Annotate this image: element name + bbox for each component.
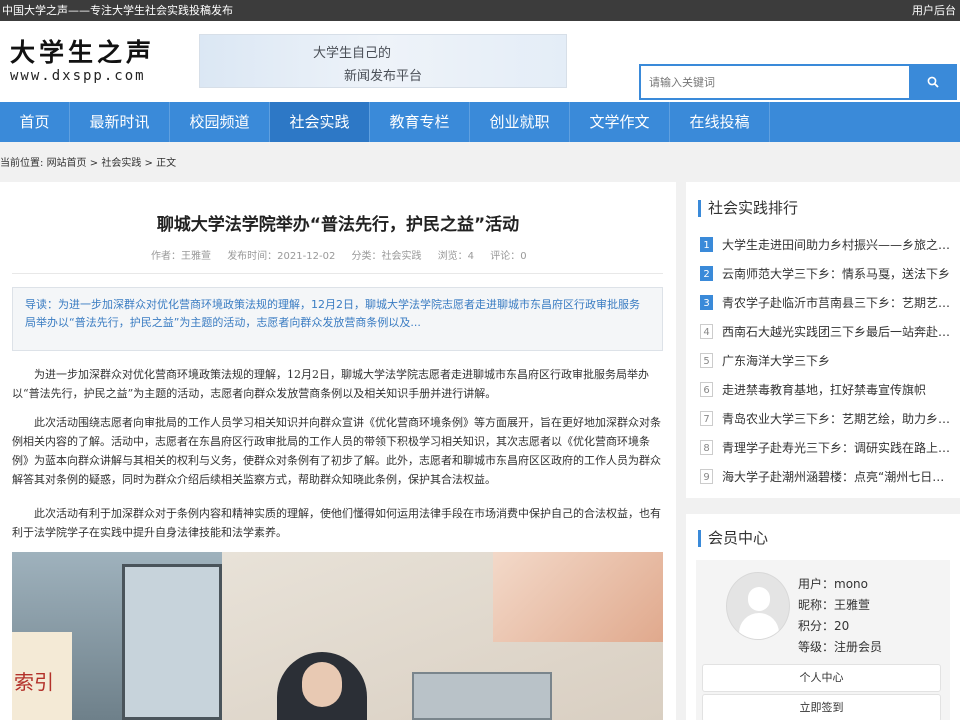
rank-link[interactable]: 青岛农业大学三下乡：艺期艺绘，助力乡村... bbox=[722, 410, 952, 427]
rank-number: 1 bbox=[700, 237, 713, 252]
rank-number: 9 bbox=[700, 469, 713, 484]
breadcrumb-separator: > bbox=[89, 158, 99, 169]
breadcrumb-section[interactable]: 社会实践 bbox=[101, 158, 141, 169]
photo-person-face bbox=[302, 662, 342, 707]
photo-service-machine bbox=[412, 672, 552, 720]
article-photo: 索引 bbox=[12, 552, 663, 720]
ranking-item[interactable]: 6 走进禁毒教育基地，扛好禁毒宣传旗帜 bbox=[700, 375, 958, 404]
ranking-item[interactable]: 9 海大学子赴潮州涵碧楼：点亮“潮州七日红”... bbox=[700, 462, 958, 491]
photo-sign-text: 索引 bbox=[14, 670, 54, 694]
search-box bbox=[639, 64, 957, 100]
search-input[interactable] bbox=[639, 64, 909, 100]
banner-line-2: 新闻发布平台 bbox=[344, 69, 423, 84]
divider bbox=[12, 273, 663, 274]
avatar-head-icon bbox=[748, 587, 770, 611]
site-logo[interactable]: 大学生之声 www.dxspp.com bbox=[10, 39, 160, 85]
main-nav: 首页 最新时讯 校园频道 社会实践 教育专栏 创业就职 文学作文 在线投稿 bbox=[0, 102, 960, 142]
article-paragraph-3: 此次活动有利于加深群众对于条例内容和精神实质的理解，使他们懂得如何运用法律手段在… bbox=[12, 507, 661, 539]
rank-link[interactable]: 走进禁毒教育基地，扛好禁毒宣传旗帜 bbox=[722, 381, 952, 398]
rank-link[interactable]: 大学生走进田间助力乡村振兴——乡旅之潮... bbox=[722, 236, 952, 253]
nav-item-education[interactable]: 教育专栏 bbox=[370, 102, 470, 142]
rank-link[interactable]: 青理学子赴寿光三下乡：调研实践在路上，... bbox=[722, 439, 952, 456]
avatar[interactable] bbox=[726, 572, 790, 640]
article-date: 发布时间：2021-12-02 bbox=[227, 251, 336, 262]
banner-line-1: 大学生自己的 bbox=[313, 46, 392, 61]
article-panel: 聊城大学法学院举办“普法先行，护民之益”活动 作者：王雅萱 发布时间：2021-… bbox=[0, 182, 676, 720]
nav-item-submit[interactable]: 在线投稿 bbox=[670, 102, 770, 142]
site-description: 中国大学之声——专注大学生社会实践投稿发布 bbox=[2, 4, 233, 17]
rank-number: 7 bbox=[700, 411, 713, 426]
nav-item-campus[interactable]: 校园频道 bbox=[170, 102, 270, 142]
member-nickname: 昵称：王雅萱 bbox=[798, 598, 871, 612]
photo-red-logo-area bbox=[493, 552, 663, 642]
breadcrumb-current: 正文 bbox=[156, 158, 177, 169]
article-summary: 导读：为进一步加深群众对优化营商环境政策法规的理解，12月2日，聊城大学法学院志… bbox=[12, 287, 663, 351]
search-icon bbox=[927, 76, 939, 88]
rank-link[interactable]: 云南师范大学三下乡：情系马戛，送法下乡 bbox=[722, 265, 952, 282]
header-banner: 大学生自己的 新闻发布平台 bbox=[199, 34, 567, 88]
avatar-body-icon bbox=[739, 613, 779, 639]
top-bar: 中国大学之声——专注大学生社会实践投稿发布 用户后台 bbox=[0, 0, 960, 21]
nav-item-career[interactable]: 创业就职 bbox=[470, 102, 570, 142]
member-level: 等级：注册会员 bbox=[798, 640, 883, 654]
nav-item-latest[interactable]: 最新时讯 bbox=[70, 102, 170, 142]
member-points: 积分：20 bbox=[798, 619, 850, 633]
ranking-title: 社会实践排行 bbox=[698, 200, 798, 217]
breadcrumb-prefix: 当前位置: bbox=[0, 158, 44, 169]
member-center-title: 会员中心 bbox=[698, 530, 768, 547]
header: 大学生之声 www.dxspp.com 大学生自己的 新闻发布平台 bbox=[0, 21, 960, 102]
article-paragraph-1: 为进一步加深群众对优化营商环境政策法规的理解，12月2日，聊城大学法学院志愿者走… bbox=[12, 368, 649, 400]
ranking-item[interactable]: 2 云南师范大学三下乡：情系马戛，送法下乡 bbox=[700, 259, 958, 288]
nav-item-home[interactable]: 首页 bbox=[0, 102, 70, 142]
admin-link[interactable]: 用户后台 bbox=[912, 0, 956, 21]
article-author: 作者：王雅萱 bbox=[151, 251, 211, 262]
article-paragraph-2: 此次活动围绕志愿者向审批局的工作人员学习相关知识并向群众宣讲《优化营商环境条例》… bbox=[12, 416, 661, 486]
rank-number: 8 bbox=[700, 440, 713, 455]
article-title: 聊城大学法学院举办“普法先行，护民之益”活动 bbox=[156, 215, 520, 235]
rank-number: 6 bbox=[700, 382, 713, 397]
member-center-panel: 会员中心 用户：mono 昵称：王雅萱 积分：20 等级：注册会员 个人中心 立… bbox=[686, 514, 960, 720]
ranking-item[interactable]: 3 青农学子赴临沂市莒南县三下乡：艺期艺绘... bbox=[700, 288, 958, 317]
photo-index-sign: 索引 bbox=[12, 632, 72, 720]
breadcrumb-separator: > bbox=[144, 158, 153, 169]
member-info: 用户：mono 昵称：王雅萱 积分：20 等级：注册会员 bbox=[798, 574, 882, 658]
ranking-panel: 社会实践排行 1 大学生走进田间助力乡村振兴——乡旅之潮... 2 云南师范大学三下… bbox=[686, 182, 960, 498]
rank-number: 4 bbox=[700, 324, 713, 339]
rank-link[interactable]: 青农学子赴临沂市莒南县三下乡：艺期艺绘... bbox=[722, 294, 952, 311]
ranking-item[interactable]: 8 青理学子赴寿光三下乡：调研实践在路上，... bbox=[700, 433, 958, 462]
member-username: 用户：mono bbox=[798, 577, 868, 591]
rank-link[interactable]: 西南石大越光实践团三下乡最后一站奔赴凉... bbox=[722, 323, 952, 340]
ranking-item[interactable]: 4 西南石大越光实践团三下乡最后一站奔赴凉... bbox=[700, 317, 958, 346]
ranking-item[interactable]: 5 广东海洋大学三下乡 bbox=[700, 346, 958, 375]
logo-domain: www.dxspp.com bbox=[10, 68, 146, 84]
article-comments: 评论：0 bbox=[490, 251, 527, 262]
ranking-item[interactable]: 7 青岛农业大学三下乡：艺期艺绘，助力乡村... bbox=[700, 404, 958, 433]
rank-number: 2 bbox=[700, 266, 713, 281]
checkin-button[interactable]: 立即签到 bbox=[702, 694, 941, 720]
rank-link[interactable]: 广东海洋大学三下乡 bbox=[722, 352, 952, 369]
article-meta: 作者：王雅萱 发布时间：2021-12-02 分类：社会实践 浏览：4 评论：0 bbox=[151, 247, 540, 262]
article-views: 浏览：4 bbox=[437, 251, 475, 262]
breadcrumb-home[interactable]: 网站首页 bbox=[47, 158, 87, 169]
breadcrumb: 当前位置: 网站首页 > 社会实践 > 正文 bbox=[0, 154, 176, 169]
profile-button[interactable]: 个人中心 bbox=[702, 664, 941, 692]
rank-number: 3 bbox=[700, 295, 713, 310]
rank-number: 5 bbox=[700, 353, 713, 368]
photo-glass-doors bbox=[122, 564, 222, 720]
search-button[interactable] bbox=[909, 64, 957, 100]
nav-item-social-practice[interactable]: 社会实践 bbox=[270, 102, 370, 142]
nav-item-literature[interactable]: 文学作文 bbox=[570, 102, 670, 142]
logo-title: 大学生之声 bbox=[10, 38, 156, 67]
article-category[interactable]: 分类：社会实践 bbox=[352, 251, 422, 262]
ranking-item[interactable]: 1 大学生走进田间助力乡村振兴——乡旅之潮... bbox=[700, 230, 958, 259]
ranking-list: 1 大学生走进田间助力乡村振兴——乡旅之潮... 2 云南师范大学三下乡：情系马戛，… bbox=[700, 230, 958, 491]
rank-link[interactable]: 海大学子赴潮州涵碧楼：点亮“潮州七日红”... bbox=[722, 468, 952, 485]
